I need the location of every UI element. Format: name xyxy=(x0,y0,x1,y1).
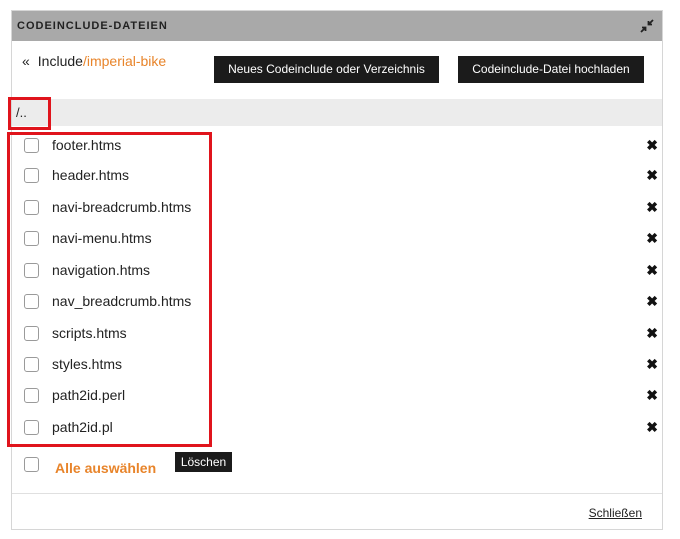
panel-header: CODEINCLUDE-DATEIEN xyxy=(12,11,662,41)
file-checkbox[interactable] xyxy=(24,420,39,435)
double-chevron-left-icon[interactable]: « xyxy=(22,53,30,69)
parent-directory-row: /.. xyxy=(8,97,662,130)
upload-codeinclude-button[interactable]: Codeinclude-Datei hochladen xyxy=(458,56,644,83)
file-name[interactable]: scripts.htms xyxy=(52,325,127,341)
delete-x-icon[interactable]: ✖ xyxy=(646,230,658,247)
parent-directory-link[interactable]: /.. xyxy=(16,105,27,120)
codeinclude-panel: CODEINCLUDE-DATEIEN « Include/imperial-bi… xyxy=(7,10,663,530)
file-checkbox[interactable] xyxy=(24,231,39,246)
highlight-box-parent xyxy=(8,97,51,130)
footer-divider xyxy=(12,493,662,494)
file-name[interactable]: navi-breadcrumb.htms xyxy=(52,199,191,215)
select-all-label[interactable]: Alle auswählen xyxy=(55,460,156,476)
file-name[interactable]: navigation.htms xyxy=(52,262,150,278)
select-all-checkbox[interactable] xyxy=(24,457,39,472)
delete-x-icon[interactable]: ✖ xyxy=(646,293,658,310)
file-name[interactable]: header.htms xyxy=(52,167,129,183)
breadcrumb-root[interactable]: Include xyxy=(38,53,83,69)
file-checkbox[interactable] xyxy=(24,138,39,153)
breadcrumb: « Include/imperial-bike xyxy=(22,53,166,69)
delete-x-icon[interactable]: ✖ xyxy=(646,325,658,342)
file-row: navi-menu.htms ✖ xyxy=(12,230,662,264)
panel-title: CODEINCLUDE-DATEIEN xyxy=(17,20,168,32)
file-checkbox[interactable] xyxy=(24,263,39,278)
delete-button[interactable]: Löschen xyxy=(175,452,232,472)
delete-x-icon[interactable]: ✖ xyxy=(646,356,658,373)
file-checkbox[interactable] xyxy=(24,200,39,215)
new-codeinclude-button[interactable]: Neues Codeinclude oder Verzeichnis xyxy=(214,56,439,83)
file-checkbox[interactable] xyxy=(24,326,39,341)
file-name[interactable]: path2id.pl xyxy=(52,419,113,435)
close-link[interactable]: Schließen xyxy=(589,506,642,520)
file-name[interactable]: footer.htms xyxy=(52,137,121,153)
file-name[interactable]: path2id.perl xyxy=(52,387,125,403)
file-row: path2id.pl ✖ xyxy=(12,419,662,453)
delete-x-icon[interactable]: ✖ xyxy=(646,137,658,154)
delete-x-icon[interactable]: ✖ xyxy=(646,167,658,184)
file-checkbox[interactable] xyxy=(24,357,39,372)
file-name[interactable]: navi-menu.htms xyxy=(52,230,152,246)
breadcrumb-path[interactable]: /imperial-bike xyxy=(83,53,166,69)
file-name[interactable]: styles.htms xyxy=(52,356,122,372)
file-checkbox[interactable] xyxy=(24,388,39,403)
file-name[interactable]: nav_breadcrumb.htms xyxy=(52,293,191,309)
collapse-arrows-icon[interactable] xyxy=(640,19,654,33)
delete-x-icon[interactable]: ✖ xyxy=(646,387,658,404)
file-checkbox[interactable] xyxy=(24,168,39,183)
delete-x-icon[interactable]: ✖ xyxy=(646,419,658,436)
file-row: header.htms ✖ xyxy=(12,167,662,201)
file-row: path2id.perl ✖ xyxy=(12,387,662,421)
file-row: nav_breadcrumb.htms ✖ xyxy=(12,293,662,327)
delete-x-icon[interactable]: ✖ xyxy=(646,199,658,216)
delete-x-icon[interactable]: ✖ xyxy=(646,262,658,279)
file-checkbox[interactable] xyxy=(24,294,39,309)
